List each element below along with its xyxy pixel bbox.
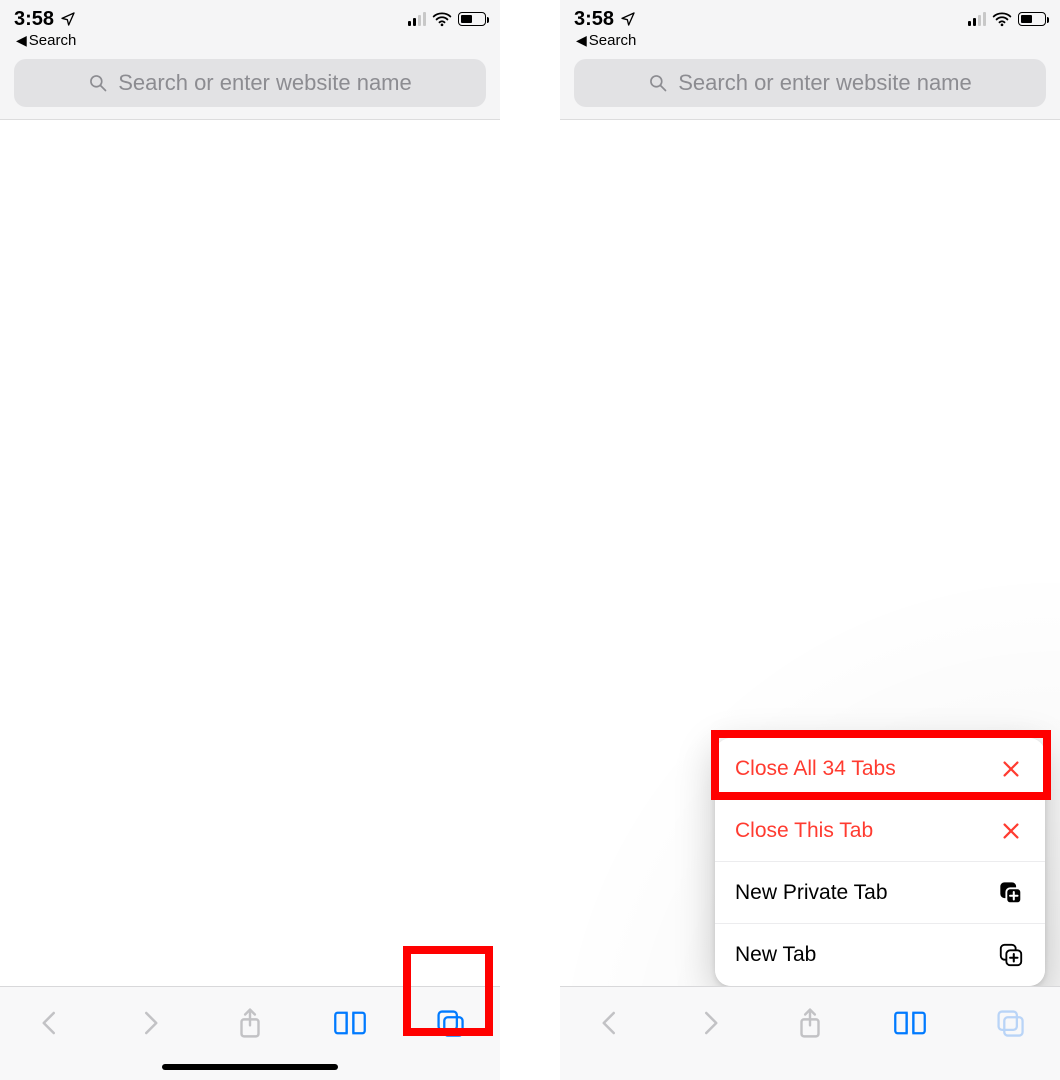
wifi-icon bbox=[432, 11, 452, 27]
url-search-field[interactable]: Search or enter website name bbox=[574, 59, 1046, 107]
forward-button[interactable] bbox=[682, 1001, 738, 1045]
phone-screenshot-left: 3:58 bbox=[0, 0, 500, 1080]
back-button[interactable] bbox=[582, 1001, 638, 1045]
forward-button[interactable] bbox=[122, 1001, 178, 1045]
menu-item-new-tab[interactable]: New Tab bbox=[715, 924, 1045, 986]
status-time: 3:58 bbox=[574, 8, 614, 31]
status-icons-right bbox=[968, 11, 1046, 27]
new-private-tab-icon bbox=[997, 879, 1025, 907]
url-search-field[interactable]: Search or enter website name bbox=[14, 59, 486, 107]
back-chevron-icon: ◀ bbox=[16, 32, 27, 49]
new-tab-icon bbox=[997, 941, 1025, 969]
battery-icon bbox=[1018, 12, 1046, 26]
back-to-app-button[interactable]: ◀ Search bbox=[576, 32, 1046, 49]
url-search-placeholder: Search or enter website name bbox=[118, 70, 412, 96]
back-to-app-label: Search bbox=[589, 32, 637, 49]
tabs-button[interactable] bbox=[422, 1001, 478, 1045]
location-arrow-icon bbox=[60, 11, 76, 27]
url-search-placeholder: Search or enter website name bbox=[678, 70, 972, 96]
search-icon bbox=[88, 73, 108, 93]
bookmarks-button[interactable] bbox=[882, 1001, 938, 1045]
wifi-icon bbox=[992, 11, 1012, 27]
share-button[interactable] bbox=[222, 1001, 278, 1045]
close-icon bbox=[997, 755, 1025, 783]
share-button[interactable] bbox=[782, 1001, 838, 1045]
menu-item-close-this-tab[interactable]: Close This Tab bbox=[715, 800, 1045, 862]
back-to-app-label: Search bbox=[29, 32, 77, 49]
browser-toolbar bbox=[0, 986, 500, 1080]
bookmarks-button[interactable] bbox=[322, 1001, 378, 1045]
status-bar: 3:58 bbox=[574, 8, 1046, 30]
back-button[interactable] bbox=[22, 1001, 78, 1045]
menu-item-new-private-tab[interactable]: New Private Tab bbox=[715, 862, 1045, 924]
browser-toolbar bbox=[560, 986, 1060, 1080]
browser-top-chrome: 3:58 bbox=[0, 0, 500, 120]
status-time-group: 3:58 bbox=[14, 8, 76, 31]
location-arrow-icon bbox=[620, 11, 636, 27]
status-bar: 3:58 bbox=[14, 8, 486, 30]
menu-item-close-all-tabs[interactable]: Close All 34 Tabs bbox=[715, 738, 1045, 800]
status-time-group: 3:58 bbox=[574, 8, 636, 31]
battery-icon bbox=[458, 12, 486, 26]
status-icons-right bbox=[408, 11, 486, 27]
status-time: 3:58 bbox=[14, 8, 54, 31]
menu-item-label: Close This Tab bbox=[735, 819, 873, 843]
back-chevron-icon: ◀ bbox=[576, 32, 587, 49]
phone-screenshot-right: 3:58 bbox=[560, 0, 1060, 1080]
close-icon bbox=[997, 817, 1025, 845]
search-icon bbox=[648, 73, 668, 93]
cellular-signal-icon bbox=[408, 12, 426, 26]
menu-item-label: New Tab bbox=[735, 943, 816, 967]
browser-top-chrome: 3:58 bbox=[560, 0, 1060, 120]
tabs-context-menu: Close All 34 Tabs Close This Tab New Pri… bbox=[715, 738, 1045, 986]
menu-item-label: Close All 34 Tabs bbox=[735, 757, 896, 781]
home-indicator[interactable] bbox=[162, 1064, 338, 1070]
cellular-signal-icon bbox=[968, 12, 986, 26]
tabs-button[interactable] bbox=[982, 1001, 1038, 1045]
menu-item-label: New Private Tab bbox=[735, 881, 888, 905]
back-to-app-button[interactable]: ◀ Search bbox=[16, 32, 486, 49]
